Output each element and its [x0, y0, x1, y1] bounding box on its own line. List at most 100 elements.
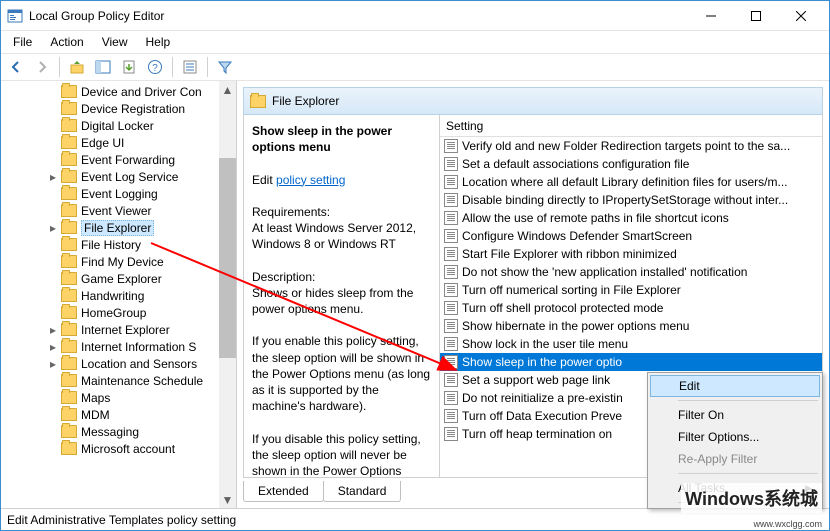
description-text: Shows or hides sleep from the power opti…	[252, 286, 413, 316]
list-item[interactable]: Configure Windows Defender SmartScreen	[440, 227, 822, 245]
tree-item-label: Game Explorer	[81, 272, 162, 286]
tree-item[interactable]: Device Registration	[1, 100, 219, 117]
export-list-button[interactable]	[118, 56, 140, 78]
tree-item[interactable]: Event Logging	[1, 185, 219, 202]
tree-item-label: Location and Sensors	[81, 357, 197, 371]
tree-item-label: MDM	[81, 408, 110, 422]
menu-view[interactable]: View	[94, 33, 136, 51]
list-item[interactable]: Start File Explorer with ribbon minimize…	[440, 245, 822, 263]
policy-icon	[444, 373, 458, 387]
list-item-label: Turn off numerical sorting in File Explo…	[462, 283, 681, 297]
menu-action[interactable]: Action	[42, 33, 91, 51]
tree-item[interactable]: Event Forwarding	[1, 151, 219, 168]
tree-item-label: Internet Explorer	[81, 323, 170, 337]
folder-icon	[61, 306, 77, 319]
list-item-label: Show lock in the user tile menu	[462, 337, 628, 351]
policy-icon	[444, 283, 458, 297]
folder-icon	[61, 442, 77, 455]
tree-item[interactable]: Digital Locker	[1, 117, 219, 134]
tree-item[interactable]: ▸Event Log Service	[1, 168, 219, 185]
titlebar: Local Group Policy Editor	[1, 1, 829, 31]
list-item[interactable]: Show lock in the user tile menu	[440, 335, 822, 353]
tree-item[interactable]: Maintenance Schedule	[1, 372, 219, 389]
tree-item[interactable]: File History	[1, 236, 219, 253]
menu-help[interactable]: Help	[138, 33, 179, 51]
tree-item[interactable]: MDM	[1, 406, 219, 423]
forward-button[interactable]	[31, 56, 53, 78]
expand-icon[interactable]: ▸	[47, 340, 59, 354]
tree-item[interactable]: ▸ Internet Explorer	[1, 321, 219, 338]
tree-scrollbar[interactable]: ▲ ▼	[219, 81, 236, 508]
header-bar: File Explorer	[243, 87, 823, 115]
tree-item[interactable]: Device and Driver Con	[1, 83, 219, 100]
tree-item[interactable]: ▸ Internet Information S	[1, 338, 219, 355]
filter-button[interactable]	[214, 56, 236, 78]
tree-item[interactable]: Handwriting	[1, 287, 219, 304]
folder-icon	[61, 255, 77, 268]
context-edit[interactable]: Edit	[650, 375, 820, 397]
policy-icon	[444, 319, 458, 333]
close-button[interactable]	[778, 2, 823, 30]
list-item-label: Start File Explorer with ribbon minimize…	[462, 247, 677, 261]
expand-icon[interactable]: ▸	[47, 221, 59, 235]
folder-icon	[61, 408, 77, 421]
tree-item-label: Internet Information S	[81, 340, 196, 354]
up-folder-button[interactable]	[66, 56, 88, 78]
expand-icon[interactable]: ▸	[47, 323, 59, 337]
tree-item[interactable]: ▸ Location and Sensors	[1, 355, 219, 372]
tree-item[interactable]: Messaging	[1, 423, 219, 440]
tree-item[interactable]: HomeGroup	[1, 304, 219, 321]
folder-icon	[61, 187, 77, 200]
tree-item[interactable]: Microsoft account	[1, 440, 219, 457]
tree-item[interactable]: Maps	[1, 389, 219, 406]
tree-item[interactable]: Game Explorer	[1, 270, 219, 287]
tree-item-label: Device and Driver Con	[81, 85, 202, 99]
expand-icon[interactable]: ▸	[47, 170, 59, 184]
tree-item-label: Maps	[81, 391, 110, 405]
list-item-label: Turn off heap termination on	[462, 427, 612, 441]
tree-item[interactable]: Edge UI	[1, 134, 219, 151]
list-item[interactable]: Do not show the 'new application install…	[440, 263, 822, 281]
tab-standard[interactable]: Standard	[323, 481, 402, 502]
tree-item[interactable]: ▸File Explorer	[1, 219, 219, 236]
list-item[interactable]: Allow the use of remote paths in file sh…	[440, 209, 822, 227]
policy-icon	[444, 301, 458, 315]
toolbar: ?	[1, 53, 829, 81]
list-item[interactable]: Verify old and new Folder Redirection ta…	[440, 137, 822, 155]
list-item[interactable]: Show sleep in the power optio	[440, 353, 822, 371]
maximize-button[interactable]	[733, 2, 778, 30]
policy-icon	[444, 139, 458, 153]
folder-icon	[61, 136, 77, 149]
show-hide-tree-button[interactable]	[92, 56, 114, 78]
window-title: Local Group Policy Editor	[29, 9, 688, 23]
selected-policy-title: Show sleep in the power options menu	[252, 124, 392, 154]
tree-item[interactable]: Find My Device	[1, 253, 219, 270]
tree-item-label: Event Viewer	[81, 204, 151, 218]
properties-button[interactable]	[179, 56, 201, 78]
menu-file[interactable]: File	[5, 33, 40, 51]
list-item[interactable]: Disable binding directly to IPropertySet…	[440, 191, 822, 209]
requirements-label: Requirements:	[252, 205, 330, 219]
list-item-label: Do not show the 'new application install…	[462, 265, 747, 279]
help-button[interactable]: ?	[144, 56, 166, 78]
policy-icon	[444, 211, 458, 225]
back-button[interactable]	[5, 56, 27, 78]
list-item[interactable]: Location where all default Library defin…	[440, 173, 822, 191]
folder-icon	[61, 153, 77, 166]
list-item[interactable]: Show hibernate in the power options menu	[440, 317, 822, 335]
folder-icon	[61, 204, 77, 217]
tree-item-label: HomeGroup	[81, 306, 146, 320]
minimize-button[interactable]	[688, 2, 733, 30]
context-filter-on[interactable]: Filter On	[650, 404, 820, 426]
tree-item[interactable]: Event Viewer	[1, 202, 219, 219]
list-item[interactable]: Turn off numerical sorting in File Explo…	[440, 281, 822, 299]
expand-icon[interactable]: ▸	[47, 357, 59, 371]
column-header[interactable]: Setting	[440, 115, 822, 137]
context-filter-options[interactable]: Filter Options...	[650, 426, 820, 448]
description-para1: If you enable this policy setting, the s…	[252, 334, 430, 413]
status-text: Edit Administrative Templates policy set…	[7, 513, 236, 527]
edit-policy-link[interactable]: policy setting	[276, 173, 345, 187]
tab-extended[interactable]: Extended	[243, 481, 324, 502]
list-item[interactable]: Turn off shell protocol protected mode	[440, 299, 822, 317]
list-item[interactable]: Set a default associations configuration…	[440, 155, 822, 173]
